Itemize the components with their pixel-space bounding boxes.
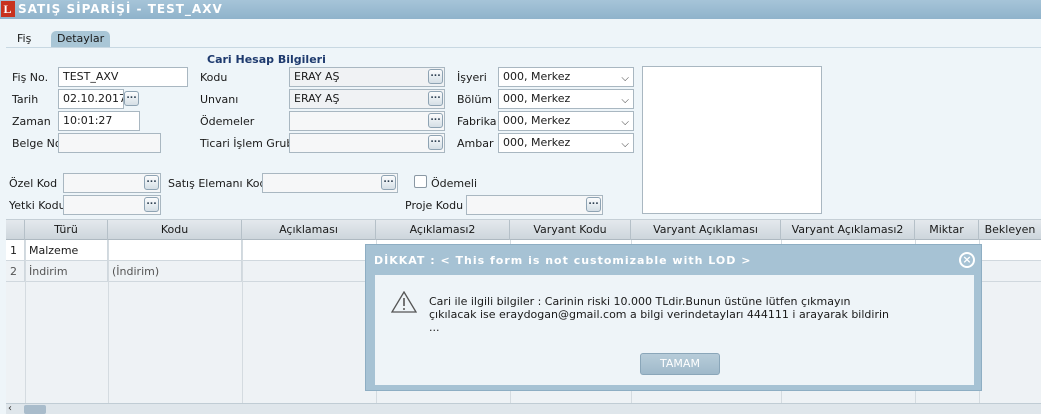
isyeri-select[interactable]: 000, Merkez ⌵: [498, 67, 634, 87]
belge-no-label: Belge No.: [12, 137, 65, 150]
zaman-label: Zaman: [12, 115, 51, 128]
column-header[interactable]: Türü: [25, 220, 108, 240]
proje-kodu-lookup-button[interactable]: ...: [586, 197, 601, 212]
cell-turu[interactable]: İndirim: [25, 261, 108, 282]
chevron-down-icon: ⌵: [621, 139, 629, 150]
grid-header-rownum: [6, 220, 25, 240]
app-logo-icon: L: [1, 1, 15, 17]
title-bar: L SATIŞ SİPARİŞİ - TEST_AXV: [0, 0, 1041, 19]
column-header[interactable]: Bekleyen: [979, 220, 1041, 240]
dialog-message-line: ...: [429, 321, 440, 334]
yetki-kodu-lookup-button[interactable]: ...: [144, 197, 159, 212]
tarih-input[interactable]: 02.10.2017: [58, 89, 124, 109]
unvani-lookup-button[interactable]: ...: [428, 91, 443, 106]
column-header[interactable]: Açıklaması: [242, 220, 376, 240]
row-number: 2: [6, 261, 25, 282]
satis-elemani-kodu-label: Satış Elemanı Kodu: [168, 177, 274, 190]
satis-elemani-kodu-input[interactable]: [262, 173, 398, 193]
fabrika-value: 000, Merkez: [503, 114, 571, 127]
chevron-down-icon: ⌵: [621, 73, 629, 84]
dialog-message-line: Cari ile ilgili bilgiler : Carinin riski…: [429, 295, 851, 308]
grid-divider: [108, 240, 109, 404]
unvani-label: Unvanı: [200, 93, 239, 106]
grid-header: Türü Kodu Açıklaması Açıklaması2 Varyant…: [6, 220, 1041, 240]
dialog-title: DİKKAT : < This form is not customizable…: [374, 254, 752, 267]
warning-dialog: DİKKAT : < This form is not customizable…: [365, 244, 982, 391]
satis-elemani-lookup-button[interactable]: ...: [381, 175, 396, 190]
ozel-kod-label: Özel Kod: [9, 177, 58, 190]
fabrika-label: Fabrika: [457, 115, 497, 128]
ozel-kod-lookup-button[interactable]: ...: [144, 175, 159, 190]
yetki-kodu-label: Yetki Kodu: [9, 199, 66, 212]
section-title: Cari Hesap Bilgileri: [207, 53, 326, 66]
column-header[interactable]: Miktar: [915, 220, 979, 240]
odemeli-checkbox[interactable]: [414, 175, 427, 188]
bolum-label: Bölüm: [457, 93, 493, 106]
scrollbar-thumb[interactable]: [24, 405, 46, 414]
ambar-label: Ambar: [457, 137, 494, 150]
ticari-islem-grubu-input[interactable]: [289, 133, 445, 153]
zaman-input[interactable]: 10:01:27: [58, 111, 140, 131]
cari-kodu-lookup-button[interactable]: ...: [428, 69, 443, 84]
odemeli-label: Ödemeli: [431, 177, 478, 190]
warning-icon: [391, 291, 417, 313]
tab-fis[interactable]: Fiş: [11, 31, 37, 47]
proje-kodu-input[interactable]: [466, 195, 603, 215]
fis-no-input[interactable]: TEST_AXV: [58, 67, 188, 87]
dialog-message: Cari ile ilgili bilgiler : Carinin riski…: [429, 295, 909, 334]
column-header[interactable]: Kodu: [108, 220, 242, 240]
odemeler-lookup-button[interactable]: ...: [428, 113, 443, 128]
column-header[interactable]: Açıklaması2: [376, 220, 510, 240]
fabrika-select[interactable]: 000, Merkez ⌵: [498, 111, 634, 131]
bolum-value: 000, Merkez: [503, 92, 571, 105]
odemeler-label: Ödemeler: [200, 115, 255, 128]
row-number: 1: [6, 240, 25, 261]
cell-turu[interactable]: Malzeme: [25, 240, 108, 261]
ambar-select[interactable]: 000, Merkez ⌵: [498, 133, 634, 153]
tab-divider: [6, 47, 1041, 48]
notes-box[interactable]: [642, 66, 822, 214]
ticari-islem-grubu-lookup-button[interactable]: ...: [428, 135, 443, 150]
scroll-left-icon[interactable]: ‹: [8, 403, 12, 414]
kodu-label: Kodu: [200, 71, 228, 84]
belge-no-input[interactable]: [58, 133, 161, 153]
chevron-down-icon: ⌵: [621, 117, 629, 128]
column-header[interactable]: Varyant Açıklaması: [631, 220, 781, 240]
isyeri-label: İşyeri: [457, 71, 487, 84]
cell-kodu[interactable]: (İndirim): [108, 261, 242, 282]
cell-kodu[interactable]: [108, 240, 242, 261]
column-header[interactable]: Varyant Açıklaması2: [781, 220, 915, 240]
date-picker-button[interactable]: ...: [124, 91, 139, 106]
tab-detaylar[interactable]: Detaylar: [51, 31, 111, 47]
isyeri-value: 000, Merkez: [503, 70, 571, 83]
unvani-input[interactable]: ERAY AŞ: [289, 89, 445, 109]
ticari-islem-grubu-label: Ticari İşlem Grubu: [200, 137, 301, 150]
close-icon[interactable]: ×: [959, 252, 975, 268]
window-title: SATIŞ SİPARİŞİ - TEST_AXV: [18, 2, 223, 16]
grid-divider: [25, 240, 26, 404]
odemeler-input[interactable]: [289, 111, 445, 131]
ok-button[interactable]: TAMAM: [640, 353, 720, 375]
bolum-select[interactable]: 000, Merkez ⌵: [498, 89, 634, 109]
horizontal-scrollbar[interactable]: ‹: [6, 403, 1041, 414]
dialog-body: Cari ile ilgili bilgiler : Carinin riski…: [375, 275, 974, 385]
fis-no-label: Fiş No.: [12, 71, 49, 84]
ambar-value: 000, Merkez: [503, 136, 571, 149]
proje-kodu-label: Proje Kodu: [405, 199, 464, 212]
grid-divider: [242, 240, 243, 404]
column-header[interactable]: Varyant Kodu: [510, 220, 631, 240]
dialog-message-line: çıkılacak ise eraydogan@gmail.com a bilg…: [429, 308, 890, 321]
chevron-down-icon: ⌵: [621, 95, 629, 106]
cari-kodu-input[interactable]: ERAY AŞ: [289, 67, 445, 87]
tarih-label: Tarih: [12, 93, 39, 106]
